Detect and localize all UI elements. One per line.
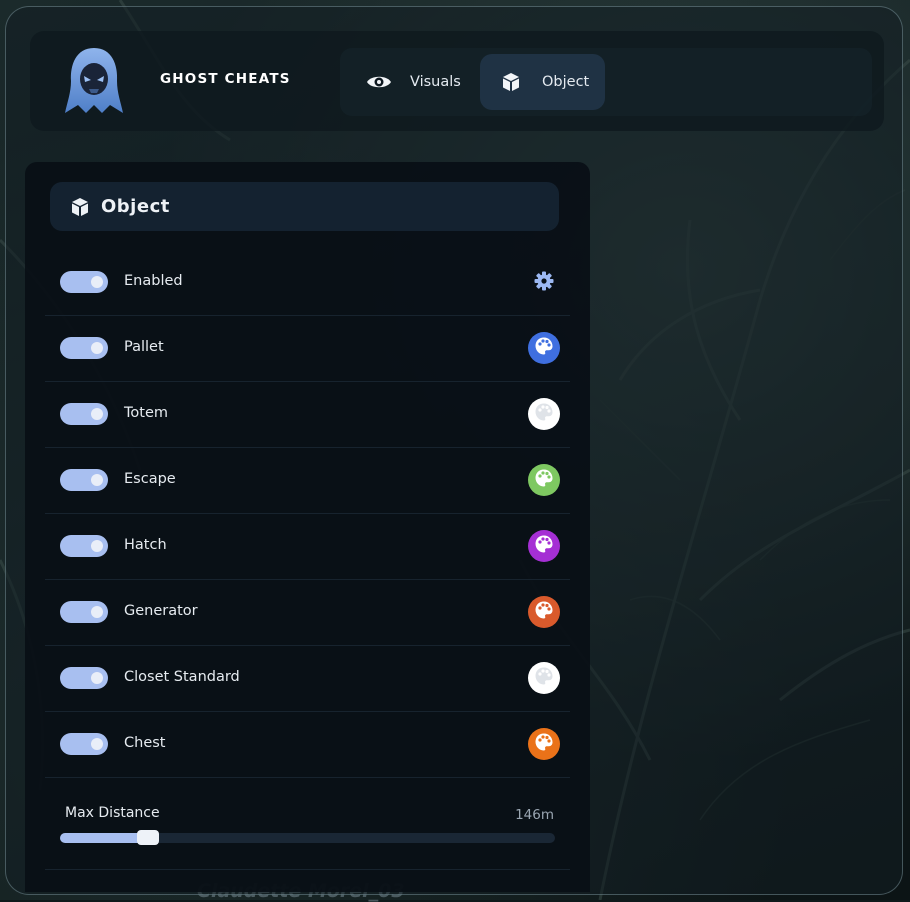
closet-standard-color-swatch[interactable] (528, 662, 560, 694)
cube-icon (70, 197, 90, 217)
tab-visuals-label: Visuals (410, 74, 461, 90)
escape-color-swatch[interactable] (528, 464, 560, 496)
option-row-generator: Generator (45, 580, 570, 646)
ghost-logo-icon (64, 45, 124, 117)
option-row-hatch: Hatch (45, 514, 570, 580)
toggle-knob (91, 540, 103, 552)
closet-standard-toggle[interactable] (60, 667, 108, 689)
option-label: Closet Standard (124, 669, 240, 685)
palette-icon (534, 600, 554, 624)
max-distance-slider[interactable] (60, 830, 555, 845)
max-distance-label: Max Distance (65, 805, 160, 821)
toggle-knob (91, 738, 103, 750)
max-distance-value: 146m (515, 807, 554, 823)
slider-fill (60, 833, 148, 843)
cheat-menu-window: GHOST CHEATS Visuals Object Object Enabl… (5, 6, 903, 895)
slider-thumb[interactable] (137, 830, 160, 845)
panel-title-bar: Object (50, 182, 559, 231)
tab-object-label: Object (542, 74, 590, 90)
tab-object[interactable]: Object (480, 54, 605, 110)
option-row-escape: Escape (45, 448, 570, 514)
toggle-knob (91, 474, 103, 486)
palette-icon (534, 402, 554, 426)
pallet-color-swatch[interactable] (528, 332, 560, 364)
option-row-enabled: Enabled (45, 250, 570, 316)
totem-toggle[interactable] (60, 403, 108, 425)
pallet-toggle[interactable] (60, 337, 108, 359)
option-label: Pallet (124, 339, 164, 355)
tab-visuals[interactable]: Visuals (350, 54, 480, 110)
escape-toggle[interactable] (60, 469, 108, 491)
palette-icon (534, 732, 554, 756)
chest-toggle[interactable] (60, 733, 108, 755)
toggle-knob (91, 342, 103, 354)
option-label: Hatch (124, 537, 167, 553)
totem-color-swatch[interactable] (528, 398, 560, 430)
tab-bar: Visuals Object (340, 48, 872, 116)
brand-name: GHOST CHEATS (160, 71, 291, 87)
gear-icon[interactable] (532, 269, 556, 293)
panel-title: Object (101, 196, 170, 217)
option-label: Totem (124, 405, 168, 421)
generator-color-swatch[interactable] (528, 596, 560, 628)
chest-color-swatch[interactable] (528, 728, 560, 760)
hatch-color-swatch[interactable] (528, 530, 560, 562)
option-row-totem: Totem (45, 382, 570, 448)
menu-header: GHOST CHEATS Visuals Object (30, 31, 884, 131)
cube-icon (498, 71, 524, 93)
palette-icon (534, 534, 554, 558)
option-row-pallet: Pallet (45, 316, 570, 382)
max-distance-row: Max Distance 146m (45, 782, 570, 870)
palette-icon (534, 666, 554, 690)
option-label: Escape (124, 471, 176, 487)
option-label: Generator (124, 603, 198, 619)
toggle-knob (91, 276, 103, 288)
option-row-chest: Chest (45, 712, 570, 778)
palette-icon (534, 336, 554, 360)
option-label: Chest (124, 735, 166, 751)
object-panel: Object Enabled Pallet Totem Escape Hatch… (25, 162, 590, 892)
toggle-knob (91, 606, 103, 618)
hatch-toggle[interactable] (60, 535, 108, 557)
option-label: Enabled (124, 273, 183, 289)
palette-icon (534, 468, 554, 492)
toggle-knob (91, 672, 103, 684)
toggle-knob (91, 408, 103, 420)
enabled-toggle[interactable] (60, 271, 108, 293)
option-row-closet-standard: Closet Standard (45, 646, 570, 712)
generator-toggle[interactable] (60, 601, 108, 623)
eye-icon (366, 71, 392, 93)
